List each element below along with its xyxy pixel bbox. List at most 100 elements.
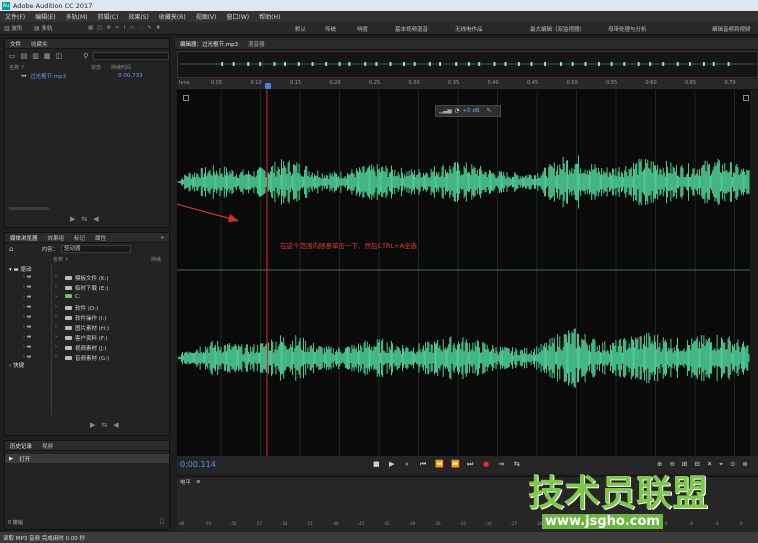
loop-preview-icon[interactable]: ⇆ [101, 421, 113, 429]
history-delete-icon[interactable]: ▯ [160, 517, 164, 525]
menu-file[interactable]: 文件(F) [0, 12, 30, 21]
skip-selection-icon[interactable]: ⇥ [498, 460, 504, 468]
zoom-corner-icon[interactable] [743, 95, 749, 101]
spectral-frequency-icon[interactable]: ▦ [88, 25, 97, 31]
loop-preview-icon[interactable]: ⇆ [81, 215, 93, 223]
tree-expand-icon[interactable]: › [55, 344, 57, 350]
zoom-in-amplitude-icon[interactable]: ⊕ [657, 460, 669, 468]
tab-markers[interactable]: 标记 [69, 234, 90, 242]
tree-expand-icon[interactable]: › [55, 324, 57, 330]
razor-tool-icon[interactable]: ✂ [115, 25, 124, 31]
drive-item[interactable]: 音频素材 (G:) [65, 354, 109, 362]
media-column-duration[interactable]: 持续 [151, 256, 161, 263]
multitrack-view-button[interactable]: ▤ 多轨 [34, 24, 52, 33]
gain-knob-icon[interactable]: ◔ [455, 108, 460, 114]
history-item[interactable]: ▶ 打开 [5, 454, 169, 463]
panel-overflow-icon[interactable]: » [156, 235, 169, 241]
panel-menu-icon[interactable]: ≡ [196, 479, 201, 485]
drive-item[interactable]: 软件操作 (I:) [65, 314, 107, 322]
drive-item[interactable]: 软件 (D:) [65, 304, 98, 312]
record-icon[interactable]: ● [483, 460, 489, 468]
tree-expand-icon[interactable]: › ▬ [23, 334, 31, 340]
zoom-out-time-icon[interactable]: ⊟ [694, 460, 706, 468]
import-file-icon[interactable]: ▤ [21, 52, 28, 60]
media-location-icon[interactable]: ⌂ [9, 245, 13, 253]
tab-history[interactable]: 历史记录 [5, 442, 37, 450]
drive-item[interactable]: 临时下载 (E:) [65, 284, 108, 292]
tab-effects-rack[interactable]: 效果组 [43, 234, 70, 242]
workspace-edit-audio-to-video[interactable]: 编辑音频到视频 [712, 25, 751, 33]
spot-heal-tool-icon[interactable]: ✚ [156, 25, 165, 31]
column-status[interactable]: 状态 [91, 64, 111, 71]
autoplay-speaker-icon[interactable]: ◀ [93, 215, 104, 223]
drive-item[interactable]: 视频素材 (J:) [65, 344, 107, 352]
tree-expand-icon[interactable]: › [55, 334, 57, 340]
drive-item[interactable]: C: [65, 294, 81, 300]
brush-tool-icon[interactable]: ✎ [147, 25, 156, 31]
time-ruler[interactable]: hms 0.05 0.10 0.15 0.20 0.25 0.30 0.35 0.40 0.45… [177, 79, 758, 90]
workspace-edit-dual-monitor[interactable]: 最大编辑（双监视器） [530, 25, 585, 33]
menu-view[interactable]: 视图(V) [191, 12, 222, 21]
menu-clip[interactable]: 剪辑(C) [92, 12, 123, 21]
content-select[interactable]: 驱动器 [60, 245, 131, 253]
file-row[interactable]: ◂◂ 过光棍节.mp3 0:00.733 [5, 71, 169, 80]
zoom-corner-icon[interactable] [183, 95, 189, 101]
play-preview-icon[interactable]: ▶ [90, 421, 101, 429]
insert-into-multitrack-icon[interactable]: ◫ [56, 52, 63, 60]
zoom-in-time-icon[interactable]: ⊞ [682, 460, 694, 468]
menu-help[interactable]: 帮助(H) [254, 12, 285, 21]
pause-icon[interactable]: ⏸ [405, 460, 409, 469]
tab-editor[interactable]: 编辑器：过光棍节.mp3 [175, 40, 243, 48]
waveform-view-button[interactable]: ▥ 波形 [4, 24, 22, 33]
hud-gain-value[interactable]: +0 dB [463, 108, 480, 114]
pin-icon[interactable]: ✎ [487, 108, 492, 114]
tree-expand-icon[interactable]: › [55, 314, 57, 320]
play-preview-icon[interactable]: ▶ [70, 215, 81, 223]
move-to-previous-icon[interactable]: ⏮ [420, 460, 426, 469]
files-scrollbar[interactable] [9, 207, 49, 210]
zoom-selection-icon[interactable]: ⌖ [719, 460, 730, 468]
drive-item[interactable]: 图片素材 (H:) [65, 324, 109, 332]
fast-forward-icon[interactable]: ⏩ [451, 460, 460, 468]
move-tool-icon[interactable]: ✥ [106, 25, 115, 31]
tree-expand-icon[interactable]: › [55, 304, 57, 310]
overview-strip[interactable] [177, 51, 758, 78]
tab-files[interactable]: 文件 [5, 40, 26, 48]
stop-icon[interactable]: ■ [373, 460, 380, 468]
tab-mixer[interactable]: 混音器 [243, 40, 270, 48]
workspace-basic-video-mix[interactable]: 基本视频混音 [395, 25, 428, 33]
menu-favorites[interactable]: 收藏夹(R) [154, 12, 191, 21]
tree-expand-icon[interactable]: › [55, 274, 57, 280]
media-splitter[interactable] [51, 265, 52, 415]
workspace-mastering-analysis[interactable]: 母带处理与分析 [608, 25, 647, 33]
workspace-classic[interactable]: 传统 [325, 25, 336, 33]
close-file-icon[interactable]: ▦ [44, 52, 51, 60]
loop-playback-icon[interactable]: ⇆ [514, 460, 520, 468]
move-to-next-icon[interactable]: ⏭ [467, 460, 473, 469]
menu-effects[interactable]: 效果(S) [123, 12, 154, 21]
tab-favorites[interactable]: 收藏夹 [26, 40, 53, 48]
zoom-out-amplitude-icon[interactable]: ⊖ [669, 460, 681, 468]
tree-node-shortcuts[interactable]: › 快捷 [9, 361, 24, 369]
menu-edit[interactable]: 编辑(E) [30, 12, 60, 21]
tree-expand-icon[interactable]: › ▬ [23, 274, 31, 280]
column-duration[interactable]: 持续时间 [111, 64, 131, 71]
zoom-in-point-icon[interactable]: ⊙ [730, 460, 742, 468]
workspace-radio-production[interactable]: 无线电作品 [455, 25, 483, 33]
menu-multitrack[interactable]: 多轨(M) [61, 12, 93, 21]
lasso-tool-icon[interactable]: ◌ [138, 25, 147, 31]
workspace-default[interactable]: 默认 [295, 25, 306, 33]
menu-window[interactable]: 窗口(W) [222, 12, 255, 21]
tree-expand-icon[interactable]: › ▬ [23, 354, 31, 360]
playhead-marker-icon[interactable] [265, 83, 271, 89]
media-column-name[interactable]: 名称 ↑ [5, 256, 151, 263]
amplitude-scrollbar[interactable] [750, 90, 758, 456]
zoom-out-point-icon[interactable]: ⊚ [742, 460, 754, 468]
tab-properties[interactable]: 属性 [90, 234, 111, 242]
tree-expand-icon[interactable]: › ▬ [23, 294, 31, 300]
hud-gain-control[interactable]: ▁▃▅ ◔ +0 dB ✎ [435, 105, 501, 117]
column-name[interactable]: 名称 ↑ [5, 64, 91, 71]
tree-expand-icon[interactable]: › ▬ [23, 324, 31, 330]
tab-video[interactable]: 视频 [37, 442, 58, 450]
rewind-icon[interactable]: ⏪ [435, 460, 444, 468]
